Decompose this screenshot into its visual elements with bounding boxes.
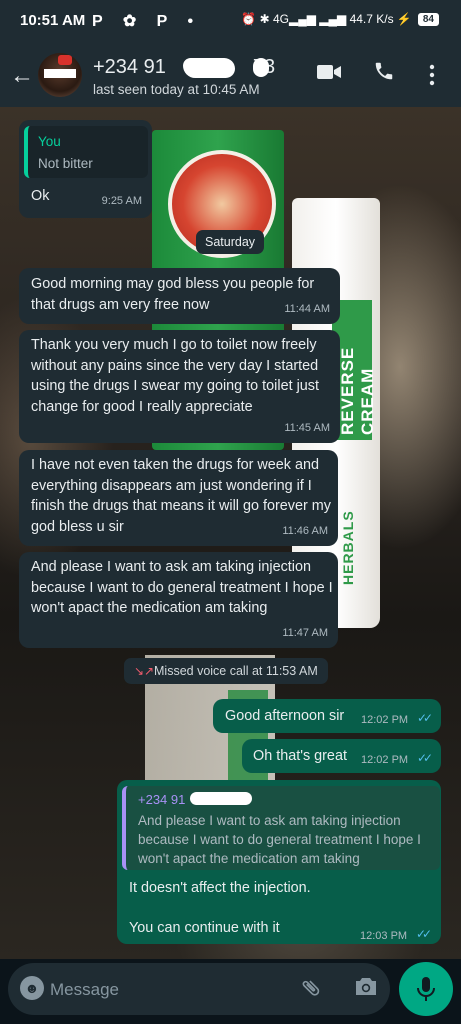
paperclip-icon[interactable]: [295, 972, 330, 1007]
status-bar: 10:51 AM P ✿ P • ⏰ ✱ 4G▂▄▆ ▂▄▆ 44.7 K/s …: [0, 0, 461, 44]
battery-icon: 84: [417, 12, 439, 26]
message-text: Ok: [31, 188, 50, 204]
message-bubble-outgoing[interactable]: Oh that's great 12:02 PM ✓✓: [242, 739, 441, 773]
back-arrow-icon[interactable]: ←: [10, 62, 34, 90]
message-time: 12:03 PM: [360, 930, 408, 942]
message-bubble-incoming[interactable]: And please I want to ask am taking injec…: [19, 552, 338, 648]
wallpaper-tube-label: REVERSE CREAM: [338, 346, 377, 435]
message-text: Thank you very much I go to toilet now f…: [31, 337, 319, 415]
message-composer: ☻: [8, 963, 390, 1015]
avatar-detail: [58, 55, 72, 65]
date-divider: Saturday: [196, 230, 264, 254]
message-text: And please I want to ask am taking injec…: [31, 559, 333, 616]
message-text-line2: You can continue with it: [129, 920, 280, 936]
phone-icon[interactable]: [373, 60, 395, 87]
message-input[interactable]: [48, 976, 252, 1004]
quoted-reply-author: +234 91: [138, 792, 186, 807]
wallpaper-tube-label-herbals: HERBALS: [340, 510, 356, 585]
quoted-reply-text: And please I want to ask am taking injec…: [138, 813, 421, 866]
quoted-reply-author: You: [38, 134, 61, 149]
quoted-reply[interactable]: You Not bitter: [24, 126, 148, 178]
status-indicators: ⏰ ✱ 4G▂▄▆ ▂▄▆ 44.7 K/s ⚡: [241, 12, 412, 26]
missed-call-text: Missed voice call at 11:53 AM: [154, 664, 318, 678]
mic-icon[interactable]: [399, 962, 453, 1016]
notification-icons: P ✿ P •: [92, 13, 202, 30]
emoji-icon[interactable]: ☻: [20, 976, 44, 1000]
message-time: 11:47 AM: [282, 626, 328, 639]
status-time: 10:51 AM: [20, 12, 86, 29]
redaction-scribble: [183, 58, 235, 78]
message-text: It doesn't affect the injection.: [129, 880, 311, 896]
last-seen-status: last seen today at 10:45 AM: [93, 82, 260, 97]
message-time: 11:46 AM: [282, 524, 328, 537]
message-bubble-incoming[interactable]: Thank you very much I go to toilet now f…: [19, 330, 340, 443]
video-call-icon[interactable]: [316, 62, 342, 87]
redaction-scribble: [190, 792, 252, 805]
chat-header: ← +234 9173 last seen today at 10:45 AM: [0, 44, 461, 107]
message-bubble-incoming[interactable]: Good morning may god bless you people fo…: [19, 268, 340, 324]
contact-name-prefix: +234 91: [93, 56, 166, 78]
avatar-redaction: [44, 69, 76, 78]
read-receipt-icon: ✓✓: [416, 927, 432, 941]
missed-call-notice[interactable]: ↘↗ Missed voice call at 11:53 AM: [124, 658, 328, 684]
redaction-scribble-2: [253, 58, 269, 77]
message-time: 12:02 PM: [361, 714, 409, 726]
quoted-reply-text: Not bitter: [38, 156, 93, 171]
camera-icon[interactable]: [354, 975, 378, 1003]
message-bubble-outgoing[interactable]: +234 91 And please I want to ask am taki…: [117, 780, 441, 944]
read-receipt-icon: ✓✓: [417, 751, 433, 765]
message-time: 11:44 AM: [284, 302, 330, 315]
message-time: 12:02 PM: [361, 754, 409, 766]
quoted-reply[interactable]: +234 91 And please I want to ask am taki…: [122, 786, 440, 870]
message-bubble-incoming[interactable]: You Not bitter Ok 9:25 AM: [19, 120, 152, 218]
message-bubble-incoming[interactable]: I have not even taken the drugs for week…: [19, 450, 338, 546]
more-vert-icon[interactable]: [428, 64, 436, 91]
missed-call-icon: ↘↗: [134, 664, 155, 678]
avatar[interactable]: [38, 53, 82, 97]
message-text: Good afternoon sir: [225, 708, 345, 724]
message-time: 9:25 AM: [101, 194, 142, 207]
message-text: Oh that's great: [253, 748, 347, 764]
message-bubble-outgoing[interactable]: Good afternoon sir 12:02 PM ✓✓: [213, 699, 441, 733]
read-receipt-icon: ✓✓: [417, 711, 433, 725]
message-time: 11:45 AM: [284, 421, 330, 434]
system-icons: ⏰ ✱ 4G▂▄▆ ▂▄▆ 44.7 K/s ⚡ 84: [241, 12, 439, 26]
